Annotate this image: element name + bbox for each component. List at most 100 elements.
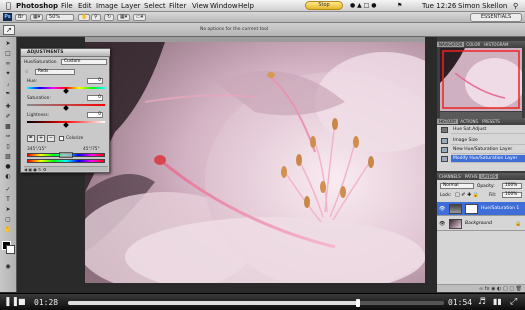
menu-layer[interactable]: Layer bbox=[121, 2, 141, 10]
lightness-value-field[interactable]: 0 bbox=[87, 112, 103, 118]
menu-help[interactable]: Help bbox=[238, 2, 254, 10]
layers-footer-icons[interactable]: ∞ fx ◉ ◐ □ □ 🗑 bbox=[437, 284, 525, 292]
menu-photoshop[interactable]: Photoshop bbox=[16, 2, 58, 10]
blend-mode-dropdown[interactable]: Normal bbox=[440, 183, 474, 189]
lightness-slider-handle[interactable] bbox=[63, 122, 69, 128]
opacity-field[interactable]: 100% bbox=[502, 183, 522, 189]
hand-tool-icon[interactable]: ✋ bbox=[2, 226, 14, 234]
adjustments-tab[interactable]: ADJUSTMENTS bbox=[21, 49, 110, 57]
color-range-selector[interactable] bbox=[59, 152, 73, 158]
lock-icon: 🔒 bbox=[515, 221, 522, 227]
on-image-adjust-icon[interactable]: ☝ bbox=[25, 69, 28, 75]
tab-actions[interactable]: ACTIONS bbox=[458, 119, 480, 124]
tab-history[interactable]: HISTORY bbox=[437, 119, 459, 124]
bridge-button[interactable]: Br bbox=[15, 14, 27, 21]
eyedropper-tool-icon[interactable]: ✒ bbox=[2, 90, 14, 98]
tab-presets[interactable]: PRESETS bbox=[480, 119, 502, 124]
visibility-eye-icon[interactable]: 👁 bbox=[439, 206, 445, 212]
eraser-tool-icon[interactable]: ▯ bbox=[2, 143, 14, 151]
view-extras-button[interactable]: ▦▾ bbox=[30, 14, 44, 21]
healing-brush-tool-icon[interactable]: ✚ bbox=[2, 103, 14, 111]
menu-select[interactable]: Select bbox=[144, 2, 166, 10]
menu-window[interactable]: Window bbox=[210, 2, 238, 10]
eyedropper-minus-icon[interactable]: − bbox=[47, 135, 55, 142]
fill-field[interactable]: 100% bbox=[502, 192, 522, 198]
rotate-view-icon[interactable]: ↻ bbox=[104, 14, 115, 21]
background-color-swatch[interactable] bbox=[6, 245, 15, 254]
volume-icon[interactable]: ♬ bbox=[478, 297, 486, 307]
lock-icons[interactable]: □ ✐ ✚ 🔒 bbox=[455, 192, 479, 198]
menu-user[interactable]: Simon Skellon bbox=[458, 2, 507, 10]
stop-button[interactable]: ■ bbox=[18, 297, 26, 307]
layer-name[interactable]: Hue/Saturation 1 bbox=[481, 202, 519, 215]
history-brush-tool-icon[interactable]: ✑ bbox=[2, 133, 14, 141]
history-item[interactable]: Image Size bbox=[451, 137, 525, 145]
layer-row[interactable]: 👁 Hue/Saturation 1 bbox=[437, 202, 525, 216]
fullscreen-icon[interactable]: ⤢ bbox=[510, 297, 517, 307]
apple-menu-icon[interactable]:  bbox=[6, 1, 11, 10]
layer-row[interactable]: 👁 Background 🔒 bbox=[437, 217, 525, 231]
menu-image[interactable]: Image bbox=[96, 2, 118, 10]
shape-tool-icon[interactable]: ▢ bbox=[2, 216, 14, 224]
screen-mode-icon[interactable]: ▭▾ bbox=[133, 14, 147, 21]
pen-tool-icon[interactable]: ✓ bbox=[2, 186, 14, 194]
eyedropper-plus-icon[interactable]: + bbox=[37, 135, 45, 142]
zoom-level[interactable]: 50% bbox=[46, 14, 74, 21]
path-select-tool-icon[interactable]: ➤ bbox=[2, 206, 14, 214]
pause-button[interactable]: ❚❚ bbox=[4, 297, 19, 307]
seek-handle[interactable] bbox=[355, 299, 360, 307]
seek-bar[interactable] bbox=[68, 299, 444, 307]
current-tool-icon[interactable]: ➚ bbox=[3, 25, 15, 35]
hand-tool-icon[interactable]: ✋ bbox=[78, 14, 91, 21]
hue-value-field[interactable]: 0 bbox=[87, 78, 103, 84]
tab-histogram[interactable]: HISTOGRAM bbox=[482, 42, 510, 47]
clone-stamp-tool-icon[interactable]: ▩ bbox=[2, 123, 14, 131]
blur-tool-icon[interactable]: ● bbox=[2, 163, 14, 171]
brush-tool-icon[interactable]: ✐ bbox=[2, 113, 14, 121]
tab-color[interactable]: COLOR bbox=[464, 42, 482, 47]
menu-edit[interactable]: Edit bbox=[78, 2, 92, 10]
menu-view[interactable]: View bbox=[192, 2, 209, 10]
quick-select-tool-icon[interactable]: ✦ bbox=[2, 70, 14, 78]
workspace-switcher[interactable]: ESSENTIALS bbox=[470, 13, 522, 22]
move-tool-icon[interactable]: ➤ bbox=[2, 40, 14, 48]
history-item[interactable]: New Hue/Saturation Layer bbox=[451, 146, 525, 154]
history-item-selected[interactable]: Modify Hue/Saturation Layer bbox=[451, 155, 525, 163]
marquee-tool-icon[interactable]: □ bbox=[2, 50, 14, 58]
visibility-eye-icon[interactable]: 👁 bbox=[439, 221, 445, 227]
arrange-documents-icon[interactable]: ▦▾ bbox=[117, 14, 131, 21]
saturation-value-field[interactable]: 0 bbox=[87, 95, 103, 101]
navigator-preview[interactable] bbox=[440, 48, 522, 111]
gradient-tool-icon[interactable]: ▧ bbox=[2, 153, 14, 161]
preset-dropdown[interactable]: Custom bbox=[61, 59, 107, 65]
lasso-tool-icon[interactable]: ∞ bbox=[2, 60, 14, 68]
tab-layers[interactable]: LAYERS bbox=[479, 174, 499, 179]
panel-footer-icons[interactable]: ◀ ▣ ● ↻ ♻ bbox=[24, 166, 108, 172]
hue-slider-handle[interactable] bbox=[63, 88, 69, 94]
tab-channels[interactable]: CHANNELS bbox=[437, 174, 463, 179]
spotlight-icon[interactable]: ⚲ bbox=[513, 2, 518, 10]
menu-filter[interactable]: Filter bbox=[169, 2, 186, 10]
dodge-tool-icon[interactable]: ◐ bbox=[2, 173, 14, 181]
layer-mask-thumbnail[interactable] bbox=[465, 204, 478, 214]
zoom-tool-icon[interactable]: ⚲ bbox=[91, 14, 101, 21]
colorize-checkbox[interactable] bbox=[59, 136, 64, 141]
snapshot-thumbnail bbox=[441, 127, 448, 133]
type-tool-icon[interactable]: T bbox=[2, 196, 14, 204]
layer-thumbnail bbox=[449, 219, 462, 229]
colorize-label: Colorize bbox=[66, 136, 84, 141]
eyedropper-icon[interactable]: ✒ bbox=[27, 135, 35, 142]
history-snapshot[interactable]: Hue Sat.Adjust bbox=[451, 126, 525, 134]
layer-name[interactable]: Background bbox=[465, 217, 492, 230]
tab-navigator[interactable]: NAVIGATOR bbox=[437, 42, 465, 47]
flag-icon[interactable]: ⚑ bbox=[397, 2, 402, 9]
recording-status-pill[interactable]: Stop Recording bbox=[305, 1, 343, 10]
volume-level-icon[interactable]: ▮▮ bbox=[493, 297, 502, 307]
document-canvas[interactable] bbox=[85, 42, 425, 283]
saturation-slider-handle[interactable] bbox=[63, 105, 69, 111]
menu-file[interactable]: File bbox=[61, 2, 73, 10]
channel-dropdown[interactable]: Reds bbox=[35, 69, 75, 75]
tab-paths[interactable]: PATHS bbox=[463, 174, 480, 179]
crop-tool-icon[interactable]: ⌟ bbox=[2, 80, 14, 88]
quick-mask-icon[interactable]: ◉ bbox=[2, 263, 14, 271]
